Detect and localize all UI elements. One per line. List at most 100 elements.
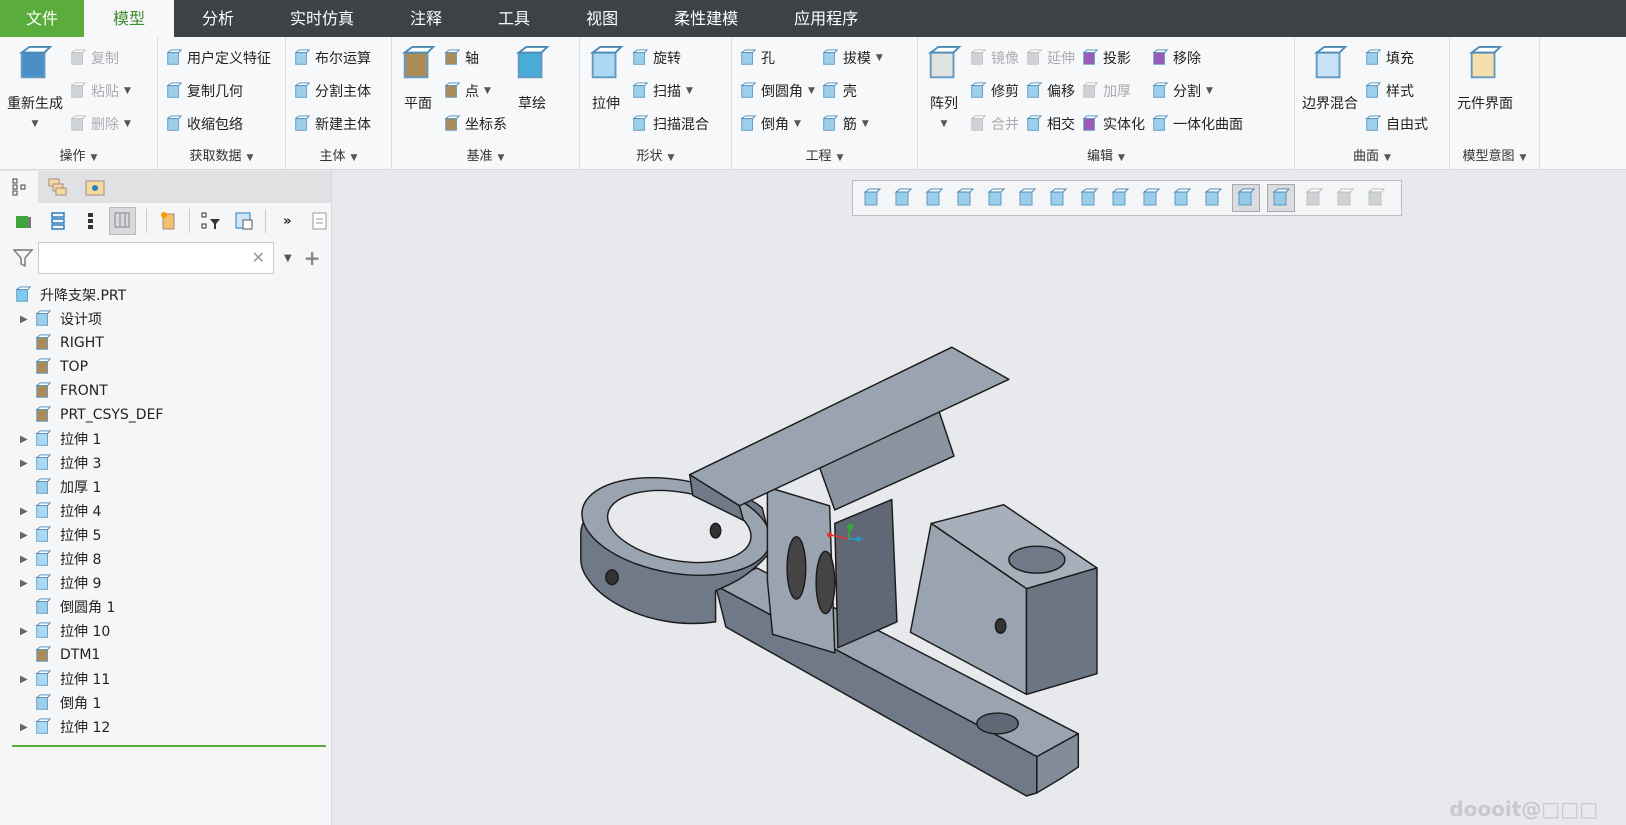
show-details-button[interactable] xyxy=(309,209,331,233)
swept-blend-button[interactable]: 扫描混合 xyxy=(631,107,709,140)
more-tools-button[interactable]: » xyxy=(276,209,298,233)
annotation-snapshot-button[interactable] xyxy=(1077,186,1101,210)
tree-item[interactable]: DTM1 xyxy=(0,643,331,667)
expand-arrow-icon[interactable]: ▶ xyxy=(20,530,34,541)
draft-button[interactable]: 拔模 ▼ xyxy=(821,41,883,74)
tree-item[interactable]: ▶ 拉伸 10 xyxy=(0,619,331,643)
tree-item[interactable]: TOP xyxy=(0,355,331,379)
simulation-button[interactable] xyxy=(1302,186,1326,210)
unified-surface-button[interactable]: 一体化曲面 xyxy=(1151,107,1243,140)
tree-columns-button[interactable] xyxy=(109,207,136,235)
chevron-down-icon[interactable]: ▼ xyxy=(1206,86,1213,96)
tree-item[interactable]: 加厚 1 xyxy=(0,475,331,499)
tab-1[interactable]: 模型 xyxy=(84,0,174,37)
tree-item[interactable]: 倒角 1 xyxy=(0,691,331,715)
mirror-button[interactable]: 镜像 xyxy=(969,41,1019,74)
csys-button[interactable]: 坐标系 xyxy=(443,107,507,140)
tree-item[interactable]: ▶ 拉伸 3 xyxy=(0,451,331,475)
sketch-button[interactable]: 草绘 xyxy=(513,45,551,113)
tab-2[interactable]: 分析 xyxy=(174,0,262,37)
tree-filter-button[interactable] xyxy=(200,209,222,233)
expand-arrow-icon[interactable]: ▶ xyxy=(20,554,34,565)
copy-button[interactable]: 复制 xyxy=(69,41,131,74)
spin-center-button[interactable] xyxy=(1108,186,1132,210)
chevron-down-icon[interactable]: ▼ xyxy=(32,119,39,129)
tree-item[interactable]: ▶ 拉伸 8 xyxy=(0,547,331,571)
expand-arrow-icon[interactable]: ▶ xyxy=(20,434,34,445)
section-button[interactable] xyxy=(1364,186,1388,210)
tree-item[interactable]: ▶ 设计项 xyxy=(0,307,331,331)
expand-arrow-icon[interactable]: ▶ xyxy=(20,578,34,589)
chevron-down-icon[interactable]: ▼ xyxy=(124,86,131,96)
axis-button[interactable]: 轴 xyxy=(443,41,507,74)
tab-7[interactable]: 柔性建模 xyxy=(646,0,766,37)
tree-item[interactable]: ▶ 拉伸 12 xyxy=(0,715,331,739)
tree-item[interactable]: 倒圆角 1 xyxy=(0,595,331,619)
round-button[interactable]: 倒圆角 ▼ xyxy=(739,74,815,107)
tab-6[interactable]: 视图 xyxy=(558,0,646,37)
trim-button[interactable]: 修剪 xyxy=(969,74,1019,107)
expand-arrow-icon[interactable]: ▶ xyxy=(20,458,34,469)
search-input[interactable] xyxy=(39,243,239,273)
intersect-button[interactable]: 相交 xyxy=(1025,107,1075,140)
insert-here-marker[interactable] xyxy=(12,745,326,747)
tree-settings-button[interactable] xyxy=(233,209,255,233)
tab-favorites[interactable] xyxy=(76,171,114,203)
group-label[interactable]: 形状 ▼ xyxy=(580,145,731,164)
group-label[interactable]: 获取数据 ▼ xyxy=(158,145,285,164)
repaint-button[interactable] xyxy=(953,186,977,210)
udf-button[interactable]: 用户定义特征 xyxy=(165,41,271,74)
paste-button[interactable]: 粘贴 ▼ xyxy=(69,74,131,107)
chevron-down-icon[interactable]: ▼ xyxy=(862,119,869,129)
group-label[interactable]: 基准 ▼ xyxy=(392,145,579,164)
perspective-button[interactable] xyxy=(1139,186,1163,210)
tab-4[interactable]: 注释 xyxy=(382,0,470,37)
tree-item[interactable]: ▶ 拉伸 1 xyxy=(0,427,331,451)
tab-layers[interactable] xyxy=(38,171,76,203)
group-label[interactable]: 曲面 ▼ xyxy=(1295,145,1449,164)
component-interface-button[interactable]: 元件界面 xyxy=(1457,45,1513,113)
chevron-down-icon[interactable]: ▼ xyxy=(686,86,693,96)
chevron-down-icon[interactable]: ▼ xyxy=(941,119,948,129)
tab-model-tree[interactable] xyxy=(0,171,38,203)
thicken-button[interactable]: 加厚 xyxy=(1081,74,1145,107)
remove-button[interactable]: 移除 xyxy=(1151,41,1243,74)
datum-display-button[interactable] xyxy=(1170,186,1194,210)
expand-all-button[interactable] xyxy=(44,209,66,233)
tab-0[interactable]: 文件 xyxy=(0,0,84,37)
new-feature-button[interactable] xyxy=(157,209,179,233)
point-display-button[interactable] xyxy=(1201,186,1225,210)
chevron-down-icon[interactable]: ▼ xyxy=(808,86,815,96)
copy-geometry-button[interactable]: 复制几何 xyxy=(165,74,271,107)
tree-item[interactable]: RIGHT xyxy=(0,331,331,355)
expand-arrow-icon[interactable]: ▶ xyxy=(20,626,34,637)
group-label[interactable]: 模型意图 ▼ xyxy=(1450,145,1539,164)
tree-item[interactable]: 升降支架.PRT xyxy=(0,283,331,307)
fill-button[interactable]: 填充 xyxy=(1364,41,1428,74)
add-filter-button[interactable]: + xyxy=(304,246,321,270)
boolean-button[interactable]: 布尔运算 xyxy=(293,41,371,74)
new-body-button[interactable]: 新建主体 xyxy=(293,107,371,140)
split-body-button[interactable]: 分割主体 xyxy=(293,74,371,107)
style-button[interactable]: 样式 xyxy=(1364,74,1428,107)
tree-item[interactable]: PRT_CSYS_DEF xyxy=(0,403,331,427)
offset-button[interactable]: 偏移 xyxy=(1025,74,1075,107)
expand-arrow-icon[interactable]: ▶ xyxy=(20,506,34,517)
extend-button[interactable]: 延伸 xyxy=(1025,41,1075,74)
csys-display-button[interactable] xyxy=(1267,184,1295,212)
tree-item[interactable]: ▶ 拉伸 5 xyxy=(0,523,331,547)
group-label[interactable]: 主体 ▼ xyxy=(286,145,391,164)
hole-button[interactable]: 孔 xyxy=(739,41,815,74)
chamfer-button[interactable]: 倒角 ▼ xyxy=(739,107,815,140)
pattern-button[interactable]: 阵列 ▼ xyxy=(925,45,963,129)
tree-item[interactable]: ▶ 拉伸 9 xyxy=(0,571,331,595)
tree-item[interactable]: ▶ 拉伸 4 xyxy=(0,499,331,523)
shell-button[interactable]: 壳 xyxy=(821,74,883,107)
project-button[interactable]: 投影 xyxy=(1081,41,1145,74)
rib-button[interactable]: 筋 ▼ xyxy=(821,107,883,140)
regenerate-button[interactable]: 重新生成 ▼ xyxy=(7,45,63,129)
display-style-button[interactable] xyxy=(984,186,1008,210)
annotation-display-button[interactable] xyxy=(1232,184,1260,212)
chevron-down-icon[interactable]: ▼ xyxy=(794,119,801,129)
tab-3[interactable]: 实时仿真 xyxy=(262,0,382,37)
